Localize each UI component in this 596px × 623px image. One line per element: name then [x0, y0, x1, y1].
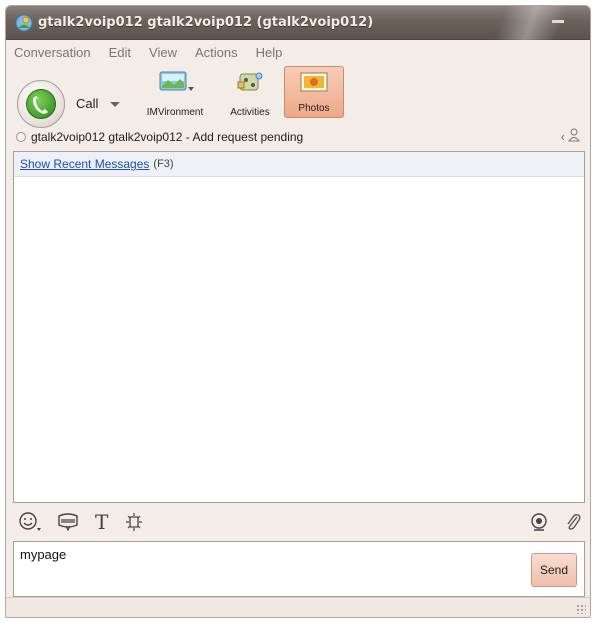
- activities-label: Activities: [230, 107, 270, 118]
- contact-status-text: gtalk2voip012 gtalk2voip012 - Add reques…: [31, 130, 304, 144]
- contact-card-icon[interactable]: [568, 128, 580, 145]
- photos-icon: [299, 71, 329, 98]
- imvironment-button[interactable]: IMVironment: [144, 66, 206, 118]
- wink-icon[interactable]: [57, 513, 79, 531]
- smiley-icon[interactable]: [19, 512, 41, 532]
- imvironment-label: IMVironment: [146, 107, 204, 118]
- menu-view[interactable]: View: [149, 45, 177, 60]
- contact-status-row: gtalk2voip012 gtalk2voip012 - Add reques…: [6, 126, 590, 148]
- activities-icon: [234, 68, 266, 101]
- resize-grip-icon[interactable]: [576, 604, 586, 614]
- messenger-buddy-icon: [14, 13, 34, 33]
- photos-label: Photos: [298, 103, 330, 114]
- call-label[interactable]: Call: [76, 96, 98, 111]
- menu-edit[interactable]: Edit: [109, 45, 131, 60]
- activities-button[interactable]: Activities: [226, 66, 274, 118]
- conversation-history[interactable]: Show Recent Messages (F3): [13, 151, 585, 503]
- contact-actions: ‹: [561, 128, 580, 145]
- font-icon[interactable]: T: [95, 510, 108, 534]
- status-bar: [6, 597, 590, 617]
- menu-help[interactable]: Help: [256, 45, 283, 60]
- phone-icon: [26, 89, 56, 119]
- imvironment-icon: [158, 68, 194, 101]
- window-title: gtalk2voip012 gtalk2voip012 (gtalk2voip0…: [38, 15, 374, 30]
- collapse-arrow-icon[interactable]: ‹: [561, 129, 565, 144]
- nudge-icon[interactable]: [124, 512, 144, 532]
- toolbar: Call IMVironment Activities Photos: [6, 64, 590, 128]
- minimize-button[interactable]: [552, 20, 564, 23]
- paperclip-icon[interactable]: [565, 512, 581, 532]
- messenger-window: gtalk2voip012 gtalk2voip012 (gtalk2voip0…: [5, 5, 591, 618]
- menu-actions[interactable]: Actions: [195, 45, 238, 60]
- title-bar[interactable]: gtalk2voip012 gtalk2voip012 (gtalk2voip0…: [6, 6, 590, 40]
- photos-button[interactable]: Photos: [284, 66, 344, 118]
- show-recent-messages-link[interactable]: Show Recent Messages: [20, 157, 149, 171]
- call-button[interactable]: [17, 80, 65, 128]
- recent-messages-shortcut: (F3): [153, 158, 174, 170]
- call-dropdown-icon[interactable]: [110, 102, 120, 107]
- menu-bar: Conversation Edit View Actions Help: [6, 42, 590, 62]
- send-button[interactable]: Send: [531, 553, 577, 587]
- message-input-text[interactable]: mypage: [20, 547, 66, 562]
- message-input-area[interactable]: mypage Send: [13, 541, 585, 597]
- menu-conversation[interactable]: Conversation: [14, 45, 91, 60]
- title-shine: [486, 6, 576, 40]
- presence-status-icon: [16, 132, 26, 142]
- formatting-toolbar: T: [13, 506, 585, 538]
- webcam-icon[interactable]: [529, 512, 549, 532]
- recent-messages-bar: Show Recent Messages (F3): [14, 152, 584, 177]
